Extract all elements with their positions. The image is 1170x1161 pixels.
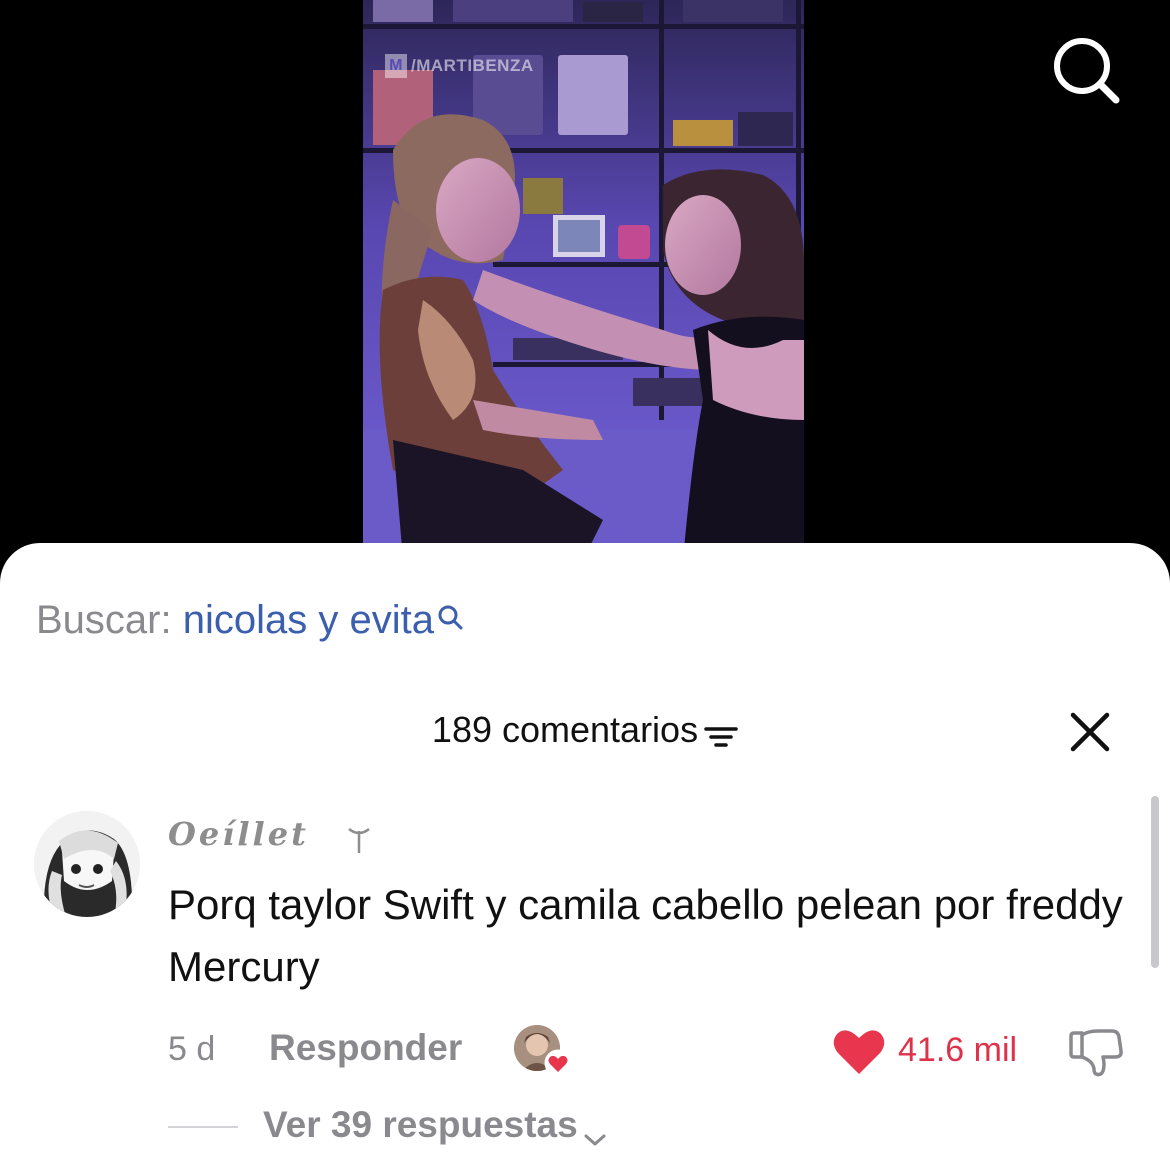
replies-divider	[168, 1126, 238, 1128]
search-icon[interactable]	[1050, 34, 1122, 106]
like-count: 41.6 mil	[898, 1031, 1018, 1069]
filter-icon[interactable]	[704, 715, 738, 748]
comment-timestamp: 5 d	[168, 1030, 216, 1068]
comment-username[interactable]: Oeíllet	[168, 815, 309, 853]
comment-text: Porq taylor Swift y camila cabello pelea…	[168, 881, 1123, 990]
screen: M /MARTIBENZA Buscar: nicolas y evita 18…	[0, 0, 1170, 1161]
view-replies-label: Ver 39 respuestas	[263, 1104, 578, 1145]
search-suggestion[interactable]: Buscar: nicolas y evita	[36, 596, 466, 644]
comments-count: 189 comentarios	[431, 709, 699, 750]
chevron-down-icon	[582, 1116, 608, 1146]
watermark-text: /MARTIBENZA	[411, 56, 534, 75]
scrollbar[interactable]	[1151, 796, 1159, 968]
video-frame	[363, 0, 804, 560]
comments-sheet: Buscar: nicolas y evita 189 comentarios	[0, 543, 1170, 1161]
watermark-logo: M	[385, 54, 407, 78]
dislike-icon[interactable]	[1068, 1027, 1124, 1079]
like-heart-icon[interactable]	[832, 1027, 886, 1077]
avatar[interactable]	[34, 811, 140, 917]
search-icon[interactable]	[436, 596, 466, 630]
reply-button[interactable]: Responder	[269, 1027, 462, 1069]
symbol-icon	[346, 825, 372, 855]
video-watermark: M /MARTIBENZA	[385, 54, 534, 78]
close-icon[interactable]	[1068, 710, 1112, 754]
video-player[interactable]: M /MARTIBENZA	[363, 0, 804, 560]
comments-header: 189 comentarios	[0, 706, 1170, 754]
creator-heart-icon	[544, 1049, 572, 1077]
search-suggestion-query[interactable]: nicolas y evita	[183, 598, 434, 642]
view-replies-button[interactable]: Ver 39 respuestas	[263, 1104, 608, 1146]
search-suggestion-label: Buscar:	[36, 598, 183, 642]
